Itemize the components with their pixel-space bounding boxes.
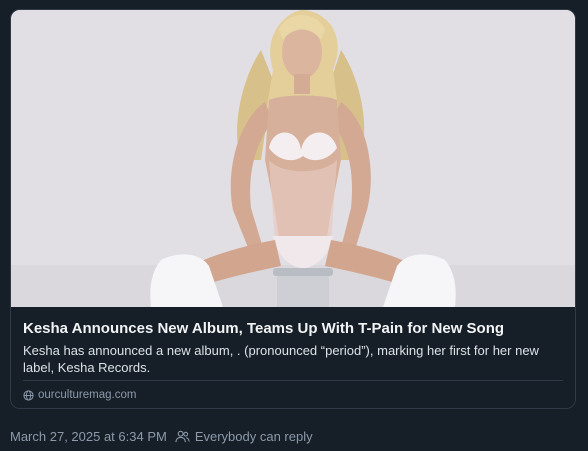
post-timestamp[interactable]: March 27, 2025 at 6:34 PM — [10, 429, 167, 444]
photo-illustration — [11, 10, 575, 307]
link-preview-card[interactable]: Kesha Announces New Album, Teams Up With… — [10, 9, 576, 409]
link-preview-domain[interactable]: ourculturemag.com — [23, 387, 136, 403]
link-preview-divider — [23, 380, 563, 381]
link-preview-description: Kesha has announced a new album, . (pron… — [23, 343, 539, 375]
globe-icon — [23, 389, 34, 401]
link-preview-image[interactable] — [11, 10, 575, 307]
reply-setting[interactable]: Everybody can reply — [175, 429, 313, 444]
reply-setting-text: Everybody can reply — [194, 428, 313, 444]
post-page: Kesha Announces New Album, Teams Up With… — [0, 0, 588, 451]
people-icon — [175, 430, 190, 443]
link-preview-domain-text: ourculturemag.com — [38, 389, 137, 401]
post-meta: March 27, 2025 at 6:34 PM Everybody can … — [10, 427, 313, 445]
link-preview-body: Kesha Announces New Album, Teams Up With… — [11, 307, 575, 408]
link-preview-title[interactable]: Kesha Announces New Album, Teams Up With… — [23, 319, 563, 338]
